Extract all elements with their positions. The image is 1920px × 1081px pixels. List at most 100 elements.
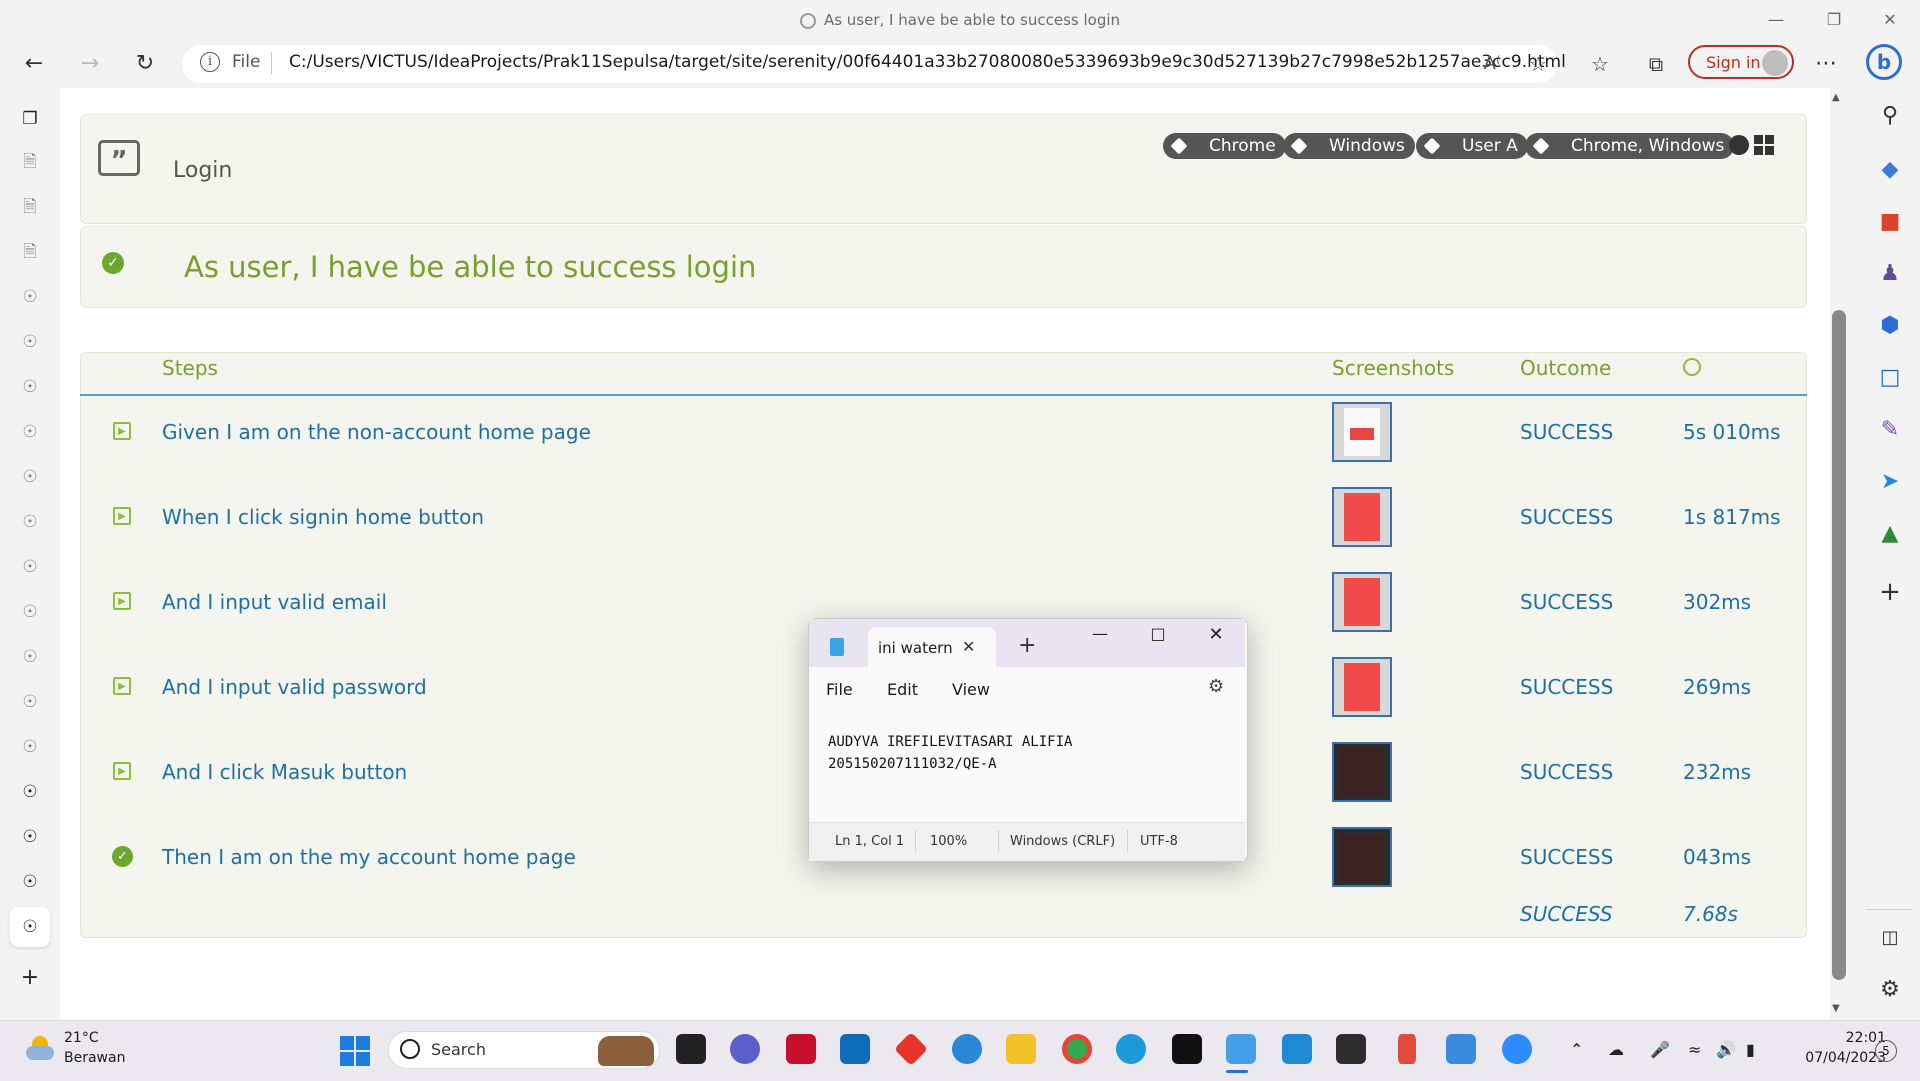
notepad-maximize-button[interactable]: □: [1143, 624, 1173, 643]
notepad-minimize-button[interactable]: —: [1085, 624, 1115, 643]
chat-icon[interactable]: [730, 1034, 760, 1064]
weather-description[interactable]: Berawan: [64, 1050, 125, 1066]
screenshot-thumbnail[interactable]: [1332, 657, 1392, 717]
collections-icon[interactable]: ⧉: [1638, 46, 1674, 82]
microsoft365-icon[interactable]: ⬢: [1874, 310, 1906, 342]
notepad-text-area[interactable]: AUDYVA IREFILEVITASARI ALIFIA 20515020711…: [828, 731, 1072, 775]
add-sidebar-app-icon[interactable]: +: [1874, 576, 1906, 608]
more-menu-icon[interactable]: ⋯: [1808, 46, 1844, 82]
tab-serenity-icon[interactable]: ☉: [18, 420, 42, 444]
bing-copilot-icon[interactable]: b: [1866, 44, 1902, 80]
tag-chrome[interactable]: Chrome: [1163, 133, 1286, 159]
step-text[interactable]: Then I am on the my account home page: [162, 845, 576, 869]
new-tab-icon[interactable]: +: [1018, 633, 1036, 658]
step-text[interactable]: When I click signin home button: [162, 505, 484, 529]
tab-page-icon[interactable]: 🗎: [18, 240, 42, 264]
tab-actions-icon[interactable]: ❐: [18, 107, 42, 131]
pen-icon[interactable]: [1398, 1034, 1416, 1064]
send-icon[interactable]: ➤: [1874, 466, 1906, 498]
outlook-icon[interactable]: □: [1874, 362, 1906, 394]
file-explorer-icon[interactable]: [1006, 1034, 1036, 1064]
step-text[interactable]: And I click Masuk button: [162, 760, 407, 784]
screenshot-thumbnail[interactable]: [1332, 487, 1392, 547]
favorites-icon[interactable]: ☆: [1582, 46, 1618, 82]
minimize-button[interactable]: —: [1756, 8, 1796, 32]
show-hidden-icons-icon[interactable]: ⌃: [1570, 1040, 1583, 1059]
clock-time[interactable]: 22:01: [1816, 1030, 1886, 1046]
refresh-button[interactable]: ↻: [127, 46, 163, 82]
app-blue-icon[interactable]: [952, 1034, 982, 1064]
expand-step-icon[interactable]: ▶: [113, 677, 131, 695]
screenshot-thumbnail[interactable]: [1332, 402, 1392, 462]
tab-serenity-icon[interactable]: ☉: [18, 780, 42, 804]
tab-serenity-icon[interactable]: ☉: [18, 510, 42, 534]
feature-name[interactable]: Login: [173, 158, 232, 183]
edge-icon[interactable]: [1116, 1034, 1146, 1064]
info-icon[interactable]: i: [200, 52, 220, 72]
menu-file[interactable]: File: [826, 680, 853, 699]
tab-serenity-icon[interactable]: ☉: [18, 600, 42, 624]
wifi-icon[interactable]: ≈: [1688, 1040, 1701, 1059]
tab-serenity-icon[interactable]: ☉: [18, 870, 42, 894]
expand-step-icon[interactable]: ▶: [113, 422, 131, 440]
weather-cloud-sun-icon[interactable]: [26, 1034, 54, 1062]
zoom-icon[interactable]: [1502, 1034, 1532, 1064]
sign-in-button[interactable]: Sign in: [1688, 45, 1794, 79]
tab-serenity-icon[interactable]: ☉: [18, 645, 42, 669]
scrollbar-thumb[interactable]: [1832, 310, 1846, 980]
close-tab-icon[interactable]: ✕: [962, 637, 975, 656]
back-button[interactable]: ←: [16, 46, 52, 82]
new-tab-icon[interactable]: +: [18, 966, 42, 990]
notepad-close-button[interactable]: ✕: [1201, 624, 1231, 645]
tag-chrome-windows[interactable]: Chrome, Windows: [1525, 133, 1735, 159]
scroll-down-icon[interactable]: ▼: [1832, 1003, 1840, 1014]
tab-serenity-icon[interactable]: ☉: [18, 690, 42, 714]
notification-badge[interactable]: 5: [1875, 1040, 1897, 1062]
windows-start-icon[interactable]: [340, 1036, 370, 1066]
screenshot-thumbnail[interactable]: [1332, 572, 1392, 632]
mcafee-icon[interactable]: [786, 1034, 816, 1064]
tab-serenity-icon[interactable]: ☉: [18, 825, 42, 849]
expand-step-icon[interactable]: ▶: [113, 592, 131, 610]
tab-page-icon[interactable]: 🗎: [18, 195, 42, 219]
step-text[interactable]: And I input valid password: [162, 675, 427, 699]
search-icon[interactable]: ⚲: [1874, 100, 1906, 132]
tab-serenity-icon[interactable]: ☉: [18, 285, 42, 309]
tab-page-icon[interactable]: 🗎: [18, 150, 42, 174]
onedrive-icon[interactable]: ☁: [1608, 1040, 1624, 1059]
menu-view[interactable]: View: [952, 680, 990, 699]
step-text[interactable]: Given I am on the non-account home page: [162, 420, 591, 444]
intellij-icon[interactable]: [1172, 1034, 1202, 1064]
volume-icon[interactable]: 🔊: [1716, 1040, 1736, 1059]
tab-serenity-icon[interactable]: ☉: [18, 330, 42, 354]
close-window-button[interactable]: ✕: [1870, 8, 1910, 32]
tab-serenity-icon[interactable]: ☉: [18, 735, 42, 759]
hide-sidebar-icon[interactable]: ◫: [1874, 922, 1906, 954]
favorite-add-icon[interactable]: ☆: [1520, 46, 1556, 82]
step-text[interactable]: And I input valid email: [162, 590, 387, 614]
games-icon[interactable]: ♟: [1874, 258, 1906, 290]
app-photo-icon[interactable]: [1446, 1034, 1476, 1064]
task-view-icon[interactable]: [676, 1034, 706, 1064]
restore-button[interactable]: ❐: [1814, 8, 1854, 32]
forward-button[interactable]: →: [72, 46, 108, 82]
clock-date[interactable]: 07/04/2023: [1786, 1050, 1886, 1066]
chrome-icon[interactable]: [1062, 1034, 1092, 1064]
tab-serenity-icon[interactable]: ☉: [18, 375, 42, 399]
designer-icon[interactable]: ✎: [1874, 414, 1906, 446]
read-aloud-icon[interactable]: A⁽: [1474, 46, 1510, 82]
notepad-taskbar-icon[interactable]: [1226, 1034, 1256, 1064]
tag-user-a[interactable]: User A: [1416, 133, 1528, 159]
settings-gear-icon[interactable]: ⚙: [1208, 676, 1224, 697]
microsoft-store-icon[interactable]: [840, 1034, 870, 1064]
terminal-icon[interactable]: [1336, 1034, 1366, 1064]
settings-gear-icon[interactable]: ⚙: [1874, 974, 1906, 1006]
tab-serenity-icon-active[interactable]: ☉: [10, 907, 50, 947]
shopping-tag-icon[interactable]: ◆: [1874, 154, 1906, 186]
screenshot-thumbnail[interactable]: [1332, 742, 1392, 802]
expand-step-icon[interactable]: ▶: [113, 762, 131, 780]
tools-icon[interactable]: ■: [1874, 206, 1906, 238]
url-text[interactable]: C:/Users/VICTUS/IdeaProjects/Prak11Sepul…: [289, 52, 1566, 72]
weather-temperature[interactable]: 21°C: [64, 1030, 99, 1046]
microphone-icon[interactable]: 🎤: [1650, 1040, 1670, 1059]
